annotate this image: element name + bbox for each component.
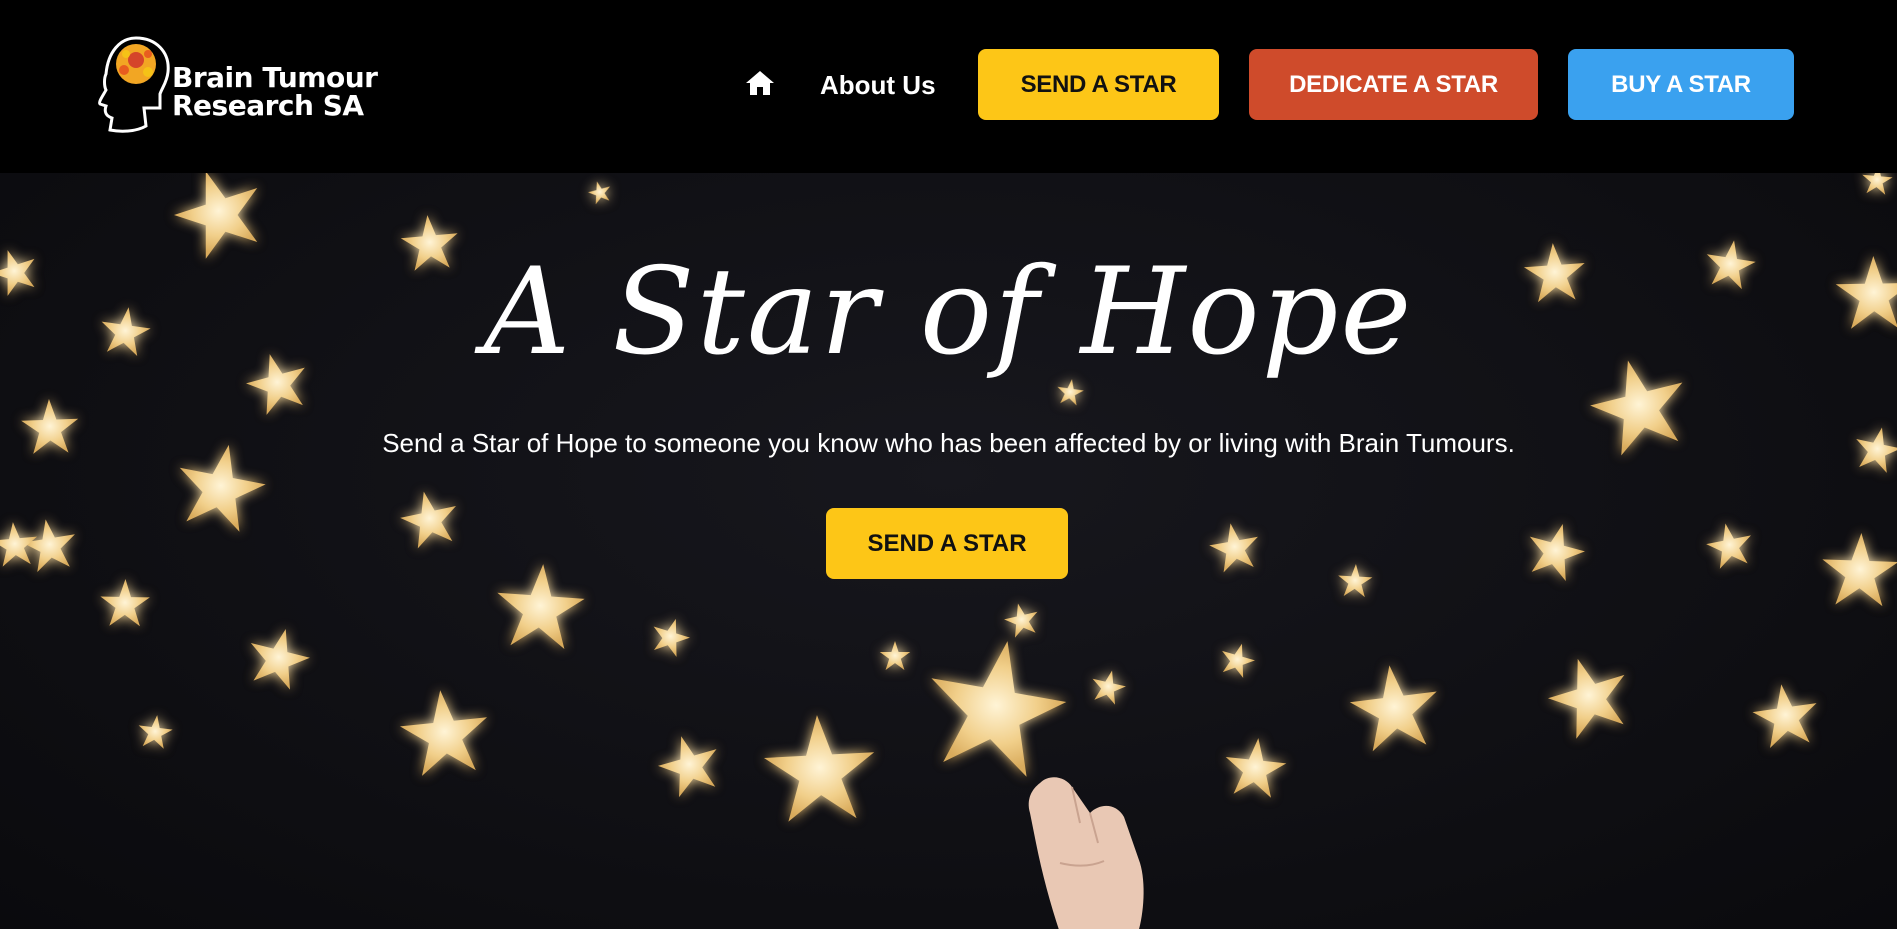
- star-shape: [1001, 599, 1042, 640]
- site-logo[interactable]: Brain Tumour Research SA: [96, 34, 406, 136]
- logo-line-1: Brain Tumour: [172, 61, 378, 94]
- star-shape: [396, 685, 493, 778]
- star-shape: [1206, 519, 1264, 575]
- hero-title: A Star of Hope: [483, 243, 1414, 382]
- brain-head-icon: [98, 36, 170, 133]
- star-shape: [242, 621, 316, 693]
- star-shape: [1860, 173, 1894, 196]
- send-star-button[interactable]: SEND A STAR: [978, 49, 1219, 120]
- nav-home-link[interactable]: [745, 70, 775, 100]
- star-shape: [1216, 638, 1259, 680]
- site-header: Brain Tumour Research SA About Us SEND A…: [0, 0, 1897, 173]
- star-shape: [651, 727, 727, 801]
- nav-about-link[interactable]: About Us: [820, 70, 936, 101]
- logo-line-2: Research SA: [172, 89, 364, 122]
- hero-subtitle: Send a Star of Hope to someone you know …: [382, 428, 1515, 458]
- hand-image: [1028, 777, 1144, 929]
- home-icon: [746, 71, 774, 95]
- star-shape: [1337, 563, 1374, 598]
- star-shape: [647, 613, 695, 660]
- star-shape: [395, 485, 463, 551]
- buy-star-button[interactable]: BUY A STAR: [1568, 49, 1794, 120]
- star-shape: [493, 561, 587, 651]
- star-shape: [1521, 516, 1591, 584]
- hero-send-star-button[interactable]: SEND A STAR: [826, 508, 1068, 579]
- star-shape: [1222, 734, 1289, 799]
- star-shape: [1703, 519, 1757, 571]
- logo-wordmark: Brain Tumour Research SA: [172, 61, 378, 122]
- star-shape: [1345, 660, 1443, 754]
- hero-section: A Star of Hope Send a Star of Hope to so…: [0, 173, 1897, 929]
- star-shape: [1749, 679, 1822, 750]
- star-shape: [19, 515, 80, 574]
- star-shape: [99, 578, 151, 627]
- star-shape: [879, 641, 911, 670]
- star-shape: [1088, 666, 1129, 707]
- star-shape: [136, 713, 175, 750]
- star-shape: [1539, 647, 1639, 744]
- star-shape: [1820, 531, 1897, 607]
- dedicate-star-button[interactable]: DEDICATE A STAR: [1249, 49, 1538, 120]
- star-shape: [917, 629, 1075, 782]
- star-shape: [761, 712, 878, 823]
- star-shape: [585, 178, 614, 206]
